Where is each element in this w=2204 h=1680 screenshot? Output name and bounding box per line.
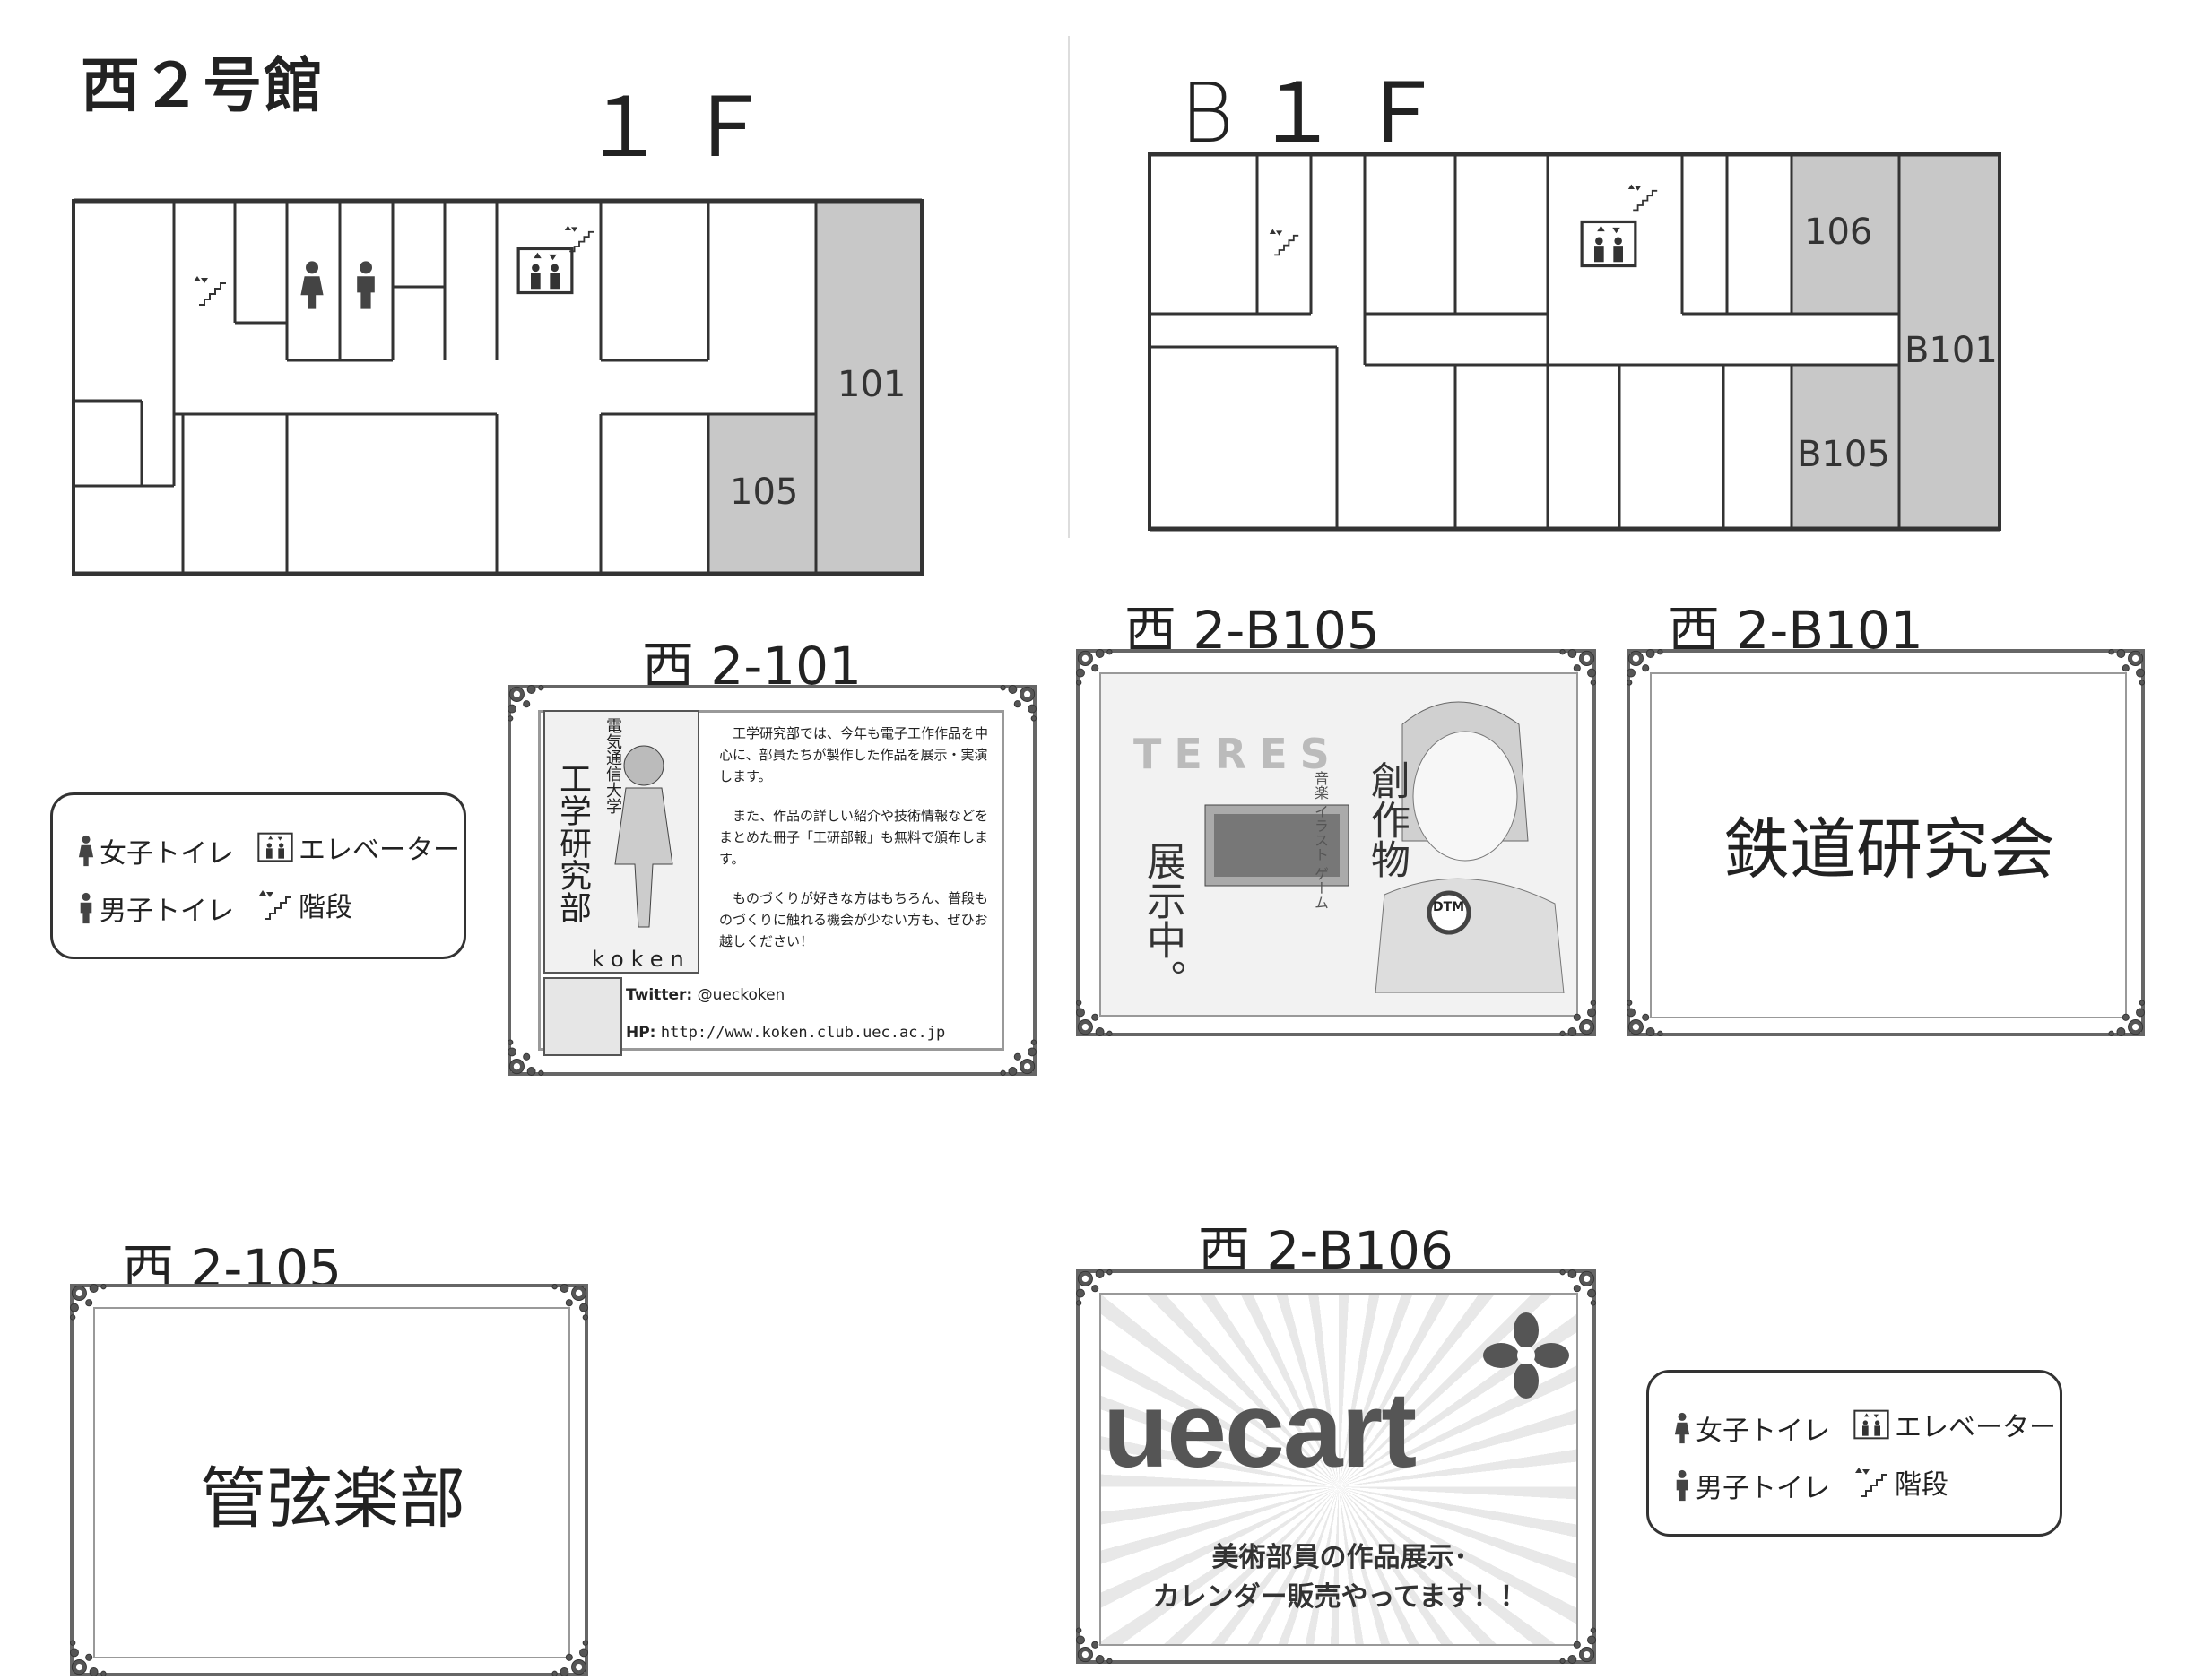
tool-icons bbox=[543, 977, 622, 1056]
elevator-icon bbox=[516, 247, 574, 295]
legend-women: 女子トイレ bbox=[78, 831, 234, 870]
ornament-icon bbox=[2108, 1000, 2145, 1036]
stairs-icon bbox=[1627, 183, 1659, 212]
ornament-icon bbox=[551, 1284, 588, 1321]
ornament-icon bbox=[1559, 1627, 1596, 1664]
laptop-illustration bbox=[1204, 804, 1349, 887]
ornament-icon bbox=[1627, 649, 1663, 686]
legend-elevator: エレベーター bbox=[1853, 1405, 2056, 1444]
card-b105: TERES DTM 音楽 イラスト ゲーム 創作物 展示中。 bbox=[1076, 649, 1596, 1036]
ornament-icon bbox=[1627, 1000, 1663, 1036]
floor-plan-b1f: 106 B101 B105 bbox=[1148, 152, 2001, 532]
club-name-railway: 鉄道研究会 bbox=[1723, 811, 2055, 888]
floor-label-1f: １Ｆ bbox=[583, 80, 792, 176]
ornament-icon bbox=[551, 1640, 588, 1676]
room-b105-label: B105 bbox=[1797, 434, 1890, 475]
ornament-icon bbox=[70, 1640, 107, 1676]
elevator-icon bbox=[257, 832, 293, 862]
womens-restroom-icon bbox=[78, 835, 94, 867]
mens-restroom-icon bbox=[1676, 1469, 1688, 1502]
card-101: 電気通信大学 工学研究部 koken 工学研究部では、今年も電子工作作品を中心に… bbox=[508, 685, 1037, 1076]
legend-men: 男子トイレ bbox=[1674, 1466, 1830, 1505]
stairs-icon bbox=[1854, 1467, 1888, 1497]
ornament-icon bbox=[1076, 1000, 1113, 1036]
page-divider bbox=[1068, 36, 1070, 538]
card-b101: 鉄道研究会 bbox=[1627, 649, 2145, 1036]
womens-restroom-icon bbox=[1674, 1412, 1690, 1444]
room-b101-label: B101 bbox=[1905, 330, 1998, 371]
cherry-blossom-icon bbox=[1483, 1312, 1569, 1399]
womens-restroom-icon bbox=[300, 261, 324, 309]
legend-women: 女子トイレ bbox=[1674, 1408, 1830, 1448]
character-illustration bbox=[614, 745, 673, 928]
stairs-icon bbox=[193, 275, 227, 306]
card-b106-line2: カレンダー販売やってます！！ bbox=[1152, 1581, 1527, 1613]
ornament-icon bbox=[1076, 1269, 1113, 1306]
ornament-icon bbox=[1076, 1627, 1113, 1664]
legend-box: 女子トイレ エレベーター 男子トイレ 階段 bbox=[1646, 1370, 2062, 1537]
koken-poster: 電気通信大学 工学研究部 koken bbox=[543, 710, 699, 974]
ornament-icon bbox=[1000, 1039, 1037, 1076]
elevator-icon bbox=[1853, 1409, 1889, 1440]
stairs-icon bbox=[258, 889, 292, 920]
floor-plan-1f: 101 105 bbox=[72, 198, 924, 576]
mens-restroom-icon bbox=[80, 892, 92, 924]
card-b106: uecart 美術部員の作品展示･ カレンダー販売やってます！！ bbox=[1076, 1269, 1596, 1664]
room-105-label: 105 bbox=[730, 472, 798, 513]
card-105: 管弦楽部 bbox=[70, 1284, 588, 1676]
card-101-description: 工学研究部では、今年も電子工作作品を中心に、部員たちが製作した作品を展示・実演し… bbox=[719, 725, 989, 949]
room-106-label: 106 bbox=[1804, 212, 1872, 253]
legend-stairs: 階段 bbox=[257, 885, 352, 924]
mens-restroom-icon bbox=[357, 261, 375, 309]
ornament-icon bbox=[1559, 649, 1596, 686]
card-101-hp: HP: http://www.koken.club.uec.ac.jp bbox=[626, 1024, 946, 1042]
stairs-icon bbox=[1268, 228, 1300, 256]
card-b106-line1: 美術部員の作品展示･ bbox=[1211, 1542, 1468, 1573]
legend-men: 男子トイレ bbox=[78, 888, 234, 928]
card-101-twitter: Twitter: @ueckoken bbox=[626, 986, 785, 1004]
ornament-icon bbox=[1559, 1000, 1596, 1036]
legend-stairs: 階段 bbox=[1853, 1462, 1948, 1502]
ornament-icon bbox=[1000, 685, 1037, 722]
elevator-icon bbox=[1580, 220, 1637, 268]
building-title: 西２号館 bbox=[81, 50, 325, 120]
ornament-icon bbox=[2108, 649, 2145, 686]
legend-elevator: エレベーター bbox=[257, 827, 460, 867]
ornament-icon bbox=[1076, 649, 1113, 686]
ornament-icon bbox=[1559, 1269, 1596, 1306]
club-name-orchestra: 管弦楽部 bbox=[200, 1460, 465, 1537]
uecart-logo: uecart bbox=[1103, 1370, 1417, 1490]
ornament-icon bbox=[70, 1284, 107, 1321]
legend-box: 女子トイレ エレベーター 男子トイレ 階段 bbox=[50, 792, 466, 959]
room-101-label: 101 bbox=[837, 364, 906, 405]
